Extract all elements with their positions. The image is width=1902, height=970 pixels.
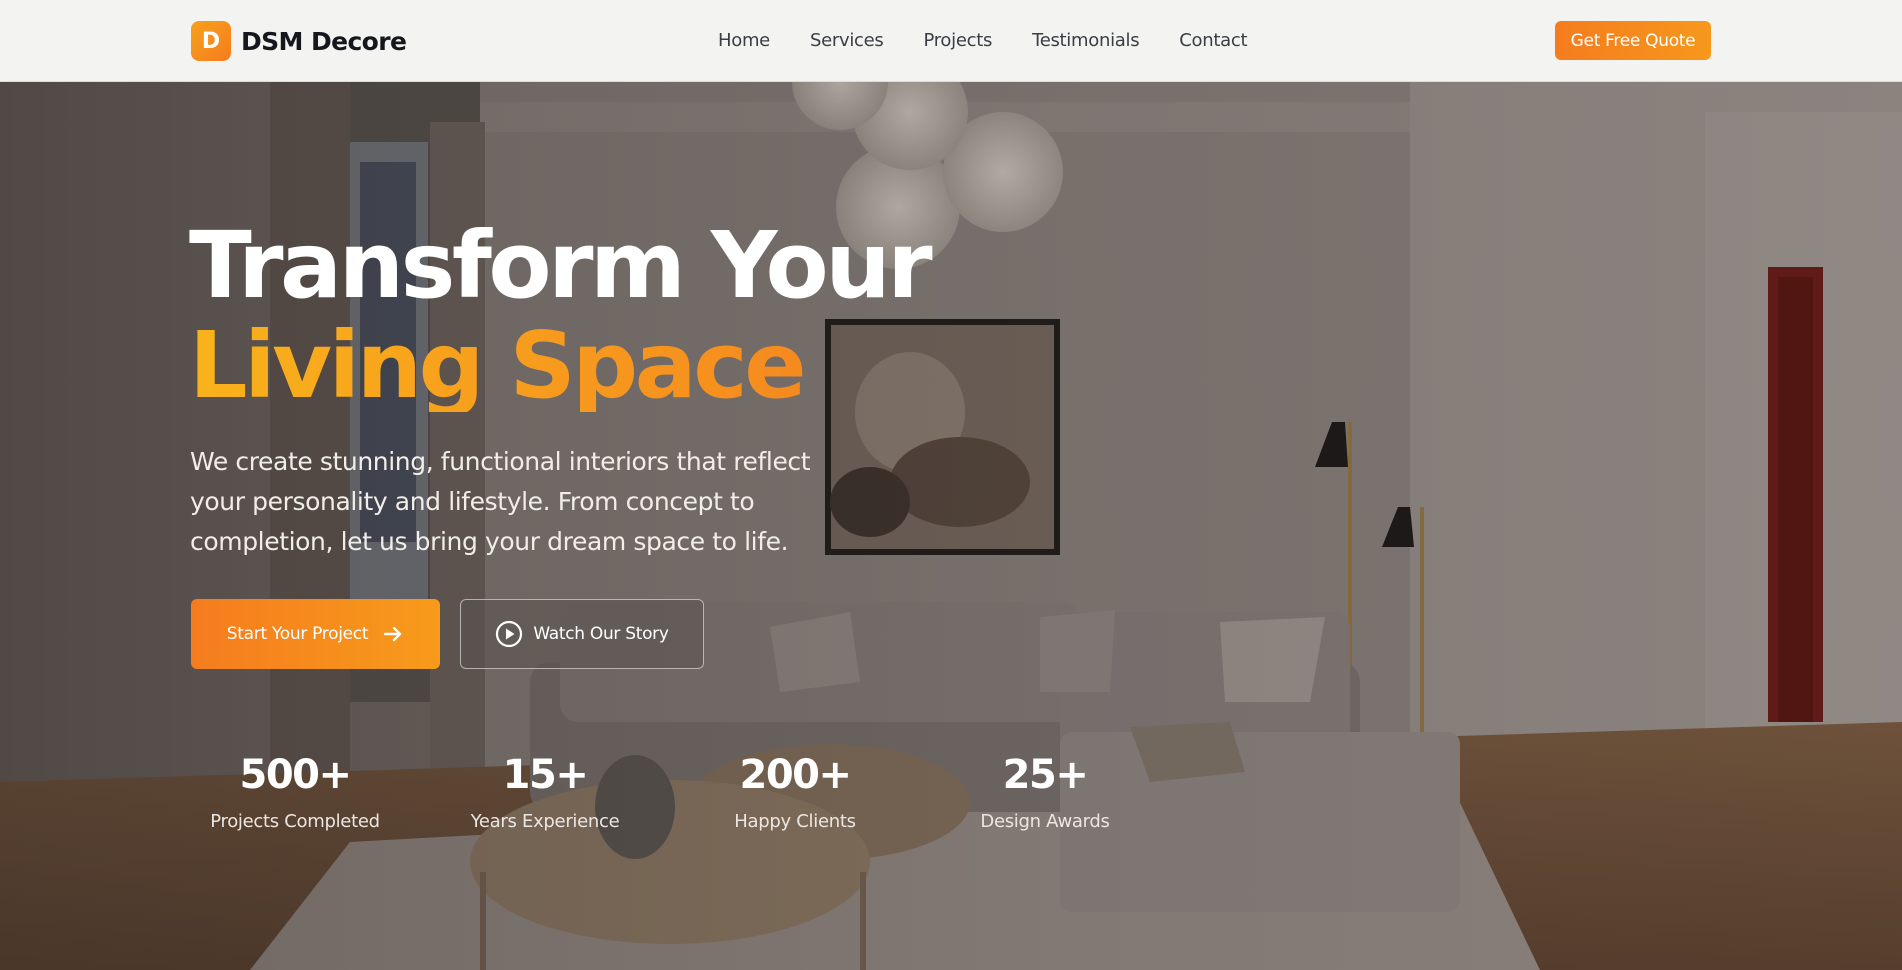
stat-value: 500+ xyxy=(239,752,352,798)
stat-design-awards: 25+ Design Awards xyxy=(920,755,1170,832)
watch-our-story-label: Watch Our Story xyxy=(533,624,669,644)
stat-label: Design Awards xyxy=(980,811,1110,832)
main-menu: Home Services Projects Testimonials Cont… xyxy=(718,30,1287,51)
stat-projects-completed: 500+ Projects Completed xyxy=(170,755,420,832)
stat-value: 15+ xyxy=(502,752,589,798)
start-your-project-label: Start Your Project xyxy=(226,624,369,644)
stat-value: 25+ xyxy=(1002,752,1089,798)
nav-link-services[interactable]: Services xyxy=(810,30,884,51)
stat-label: Years Experience xyxy=(470,811,620,832)
stat-years-experience: 15+ Years Experience xyxy=(420,755,670,832)
nav-link-projects[interactable]: Projects xyxy=(923,30,992,51)
start-your-project-button[interactable]: Start Your Project xyxy=(191,599,440,669)
nav-link-contact[interactable]: Contact xyxy=(1179,30,1247,51)
arrow-right-icon xyxy=(384,626,402,642)
brand-logo[interactable]: D DSM Decore xyxy=(191,21,407,61)
nav-link-testimonials[interactable]: Testimonials xyxy=(1032,30,1140,51)
stat-label: Projects Completed xyxy=(210,811,380,832)
stat-happy-clients: 200+ Happy Clients xyxy=(670,755,920,832)
hero-title-line1: Transform Your xyxy=(189,212,933,319)
top-navbar: D DSM Decore Home Services Projects Test… xyxy=(0,0,1902,82)
watch-our-story-button[interactable]: Watch Our Story xyxy=(460,599,704,669)
play-circle-icon xyxy=(496,620,523,648)
hero-title-line2: Living Space xyxy=(189,312,807,419)
stat-label: Happy Clients xyxy=(734,811,856,832)
hero-description: We create stunning, functional interiors… xyxy=(190,447,811,556)
nav-link-home[interactable]: Home xyxy=(718,30,770,51)
stat-value: 200+ xyxy=(739,752,852,798)
brand-name: DSM Decore xyxy=(241,26,407,56)
get-free-quote-button[interactable]: Get Free Quote xyxy=(1555,21,1711,60)
logo-icon: D xyxy=(191,21,231,61)
